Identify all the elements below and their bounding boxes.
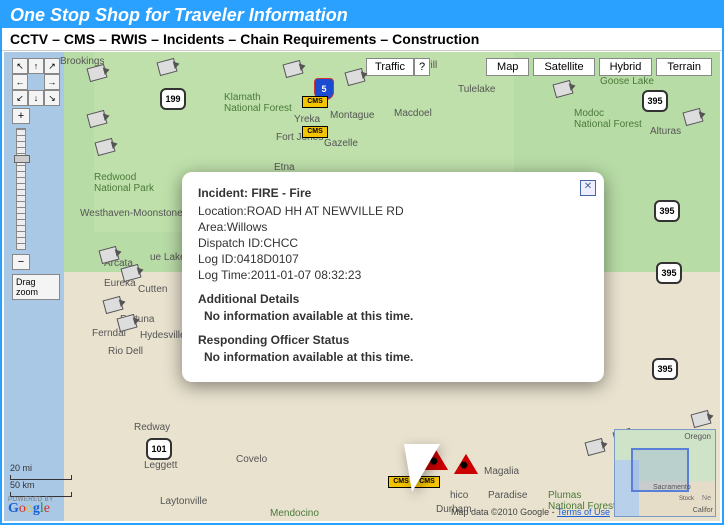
- infowindow-tail: [404, 444, 440, 492]
- shield-us395-d: 395: [652, 358, 678, 380]
- place-macdoel: Macdoel: [394, 108, 432, 119]
- maptype-terrain[interactable]: Terrain: [656, 58, 712, 76]
- place-alturas: Alturas: [650, 126, 681, 137]
- google-logo: Google: [8, 501, 50, 517]
- traffic-control: Traffic ?: [366, 58, 430, 76]
- zoom-slider[interactable]: [16, 128, 26, 250]
- shield-us395-c: 395: [656, 262, 682, 284]
- shield-us199: 199: [160, 88, 186, 110]
- title-bar: One Stop Shop for Traveler Information: [2, 2, 722, 28]
- place-gooselake: Goose Lake: [600, 76, 654, 87]
- overview-label-calif: Califor: [693, 507, 713, 514]
- scale-km: 50 km: [10, 480, 72, 490]
- place-leggett: Leggett: [144, 460, 177, 471]
- terms-link[interactable]: Terms of Use: [557, 507, 610, 517]
- layer-bar: CCTV – CMS – RWIS – Incidents – Chain Re…: [2, 28, 722, 51]
- place-redwoods: Redwood National Park: [94, 172, 154, 194]
- drag-zoom-button[interactable]: Drag zoom: [12, 274, 60, 300]
- pan-nw[interactable]: ↖: [12, 58, 28, 74]
- pan-left[interactable]: ←: [12, 74, 28, 90]
- incident-heading: Incident: FIRE - Fire: [198, 186, 588, 200]
- place-mendocino: Mendocino: [270, 508, 319, 519]
- maptype-map[interactable]: Map: [486, 58, 529, 76]
- scale-bar: 20 mi 50 km: [10, 463, 72, 497]
- place-bluelake: ue Lake: [150, 252, 186, 263]
- layer-chain[interactable]: Chain Requirements: [240, 31, 376, 47]
- shield-us395-b: 395: [654, 200, 680, 222]
- incident-logid: Log ID:0418D0107: [198, 252, 588, 266]
- place-paradise: Paradise: [488, 490, 527, 501]
- cms-marker[interactable]: CMS: [302, 126, 328, 138]
- overview-label-nev: Ne: [702, 495, 711, 502]
- incident-infowindow: ✕ Incident: FIRE - Fire Location:ROAD HH…: [182, 172, 604, 382]
- pan-sw[interactable]: ↙: [12, 90, 28, 106]
- infowindow-close-button[interactable]: ✕: [580, 180, 596, 196]
- incident-details: No information available at this time.: [204, 309, 588, 323]
- zoom-thumb[interactable]: [14, 155, 30, 163]
- app-title: One Stop Shop for Traveler Information: [10, 5, 348, 26]
- pan-right[interactable]: →: [44, 74, 60, 90]
- place-montague: Montague: [330, 110, 374, 121]
- app-frame: One Stop Shop for Traveler Information C…: [0, 0, 724, 525]
- incident-logtime: Log Time:2011-01-07 08:32:23: [198, 268, 588, 282]
- place-yreka: Yreka: [294, 114, 320, 125]
- maptype-satellite[interactable]: Satellite: [533, 58, 594, 76]
- pan-down[interactable]: ↓: [28, 90, 44, 106]
- overview-label-sac: Sacramento: [653, 484, 691, 491]
- place-redway: Redway: [134, 422, 170, 433]
- layer-rwis[interactable]: RWIS: [111, 31, 147, 47]
- pan-up[interactable]: ↑: [28, 58, 44, 74]
- place-laytonville: Laytonville: [160, 496, 207, 507]
- place-westhaven: Westhaven-Moonstone: [80, 208, 183, 219]
- maptype-hybrid[interactable]: Hybrid: [599, 58, 653, 76]
- incident-location: Location:ROAD HH AT NEWVILLE RD: [198, 204, 588, 218]
- place-tulelake: Tulelake: [458, 84, 495, 95]
- map-canvas[interactable]: Brookings Klamath National Forest Yreka …: [4, 52, 720, 521]
- pan-se[interactable]: ↘: [44, 90, 60, 106]
- zoom-out-button[interactable]: −: [12, 254, 30, 270]
- shield-us395-a: 395: [642, 90, 668, 112]
- incident-officer: No information available at this time.: [204, 350, 588, 364]
- overview-map[interactable]: Oregon Sacramento Ne Stock Califor: [614, 429, 716, 517]
- overview-label-stock: Stock: [679, 496, 694, 502]
- place-hydesville: Hydesville: [140, 330, 186, 341]
- zoom-in-button[interactable]: +: [12, 108, 30, 124]
- place-covelo: Covelo: [236, 454, 267, 465]
- map-type-control: Map Satellite Hybrid Terrain: [486, 58, 712, 76]
- place-klamath-nf: Klamath National Forest: [224, 92, 292, 114]
- place-gazelle: Gazelle: [324, 138, 358, 149]
- layer-construction[interactable]: Construction: [392, 31, 479, 47]
- map-copyright: Map data ©2010 Google - Terms of Use: [451, 507, 610, 517]
- layer-cms[interactable]: CMS: [64, 31, 95, 47]
- overview-label-oregon: Oregon: [684, 432, 711, 441]
- place-modoc-nf: Modoc National Forest: [574, 108, 642, 130]
- shield-us101: 101: [146, 438, 172, 460]
- cms-marker[interactable]: CMS: [302, 96, 328, 108]
- traffic-help-button[interactable]: ?: [414, 58, 430, 76]
- pan-zoom-control: ↖ ↑ ↗ ← → ↙ ↓ ↘ + − Drag zoom: [12, 58, 60, 300]
- scale-mi: 20 mi: [10, 463, 72, 473]
- incident-details-heading: Additional Details: [198, 292, 588, 306]
- layer-cctv[interactable]: CCTV: [10, 31, 48, 47]
- place-cutten: Cutten: [138, 284, 167, 295]
- place-magalia: Magalia: [484, 466, 519, 477]
- traffic-button[interactable]: Traffic: [366, 58, 414, 76]
- pan-ne[interactable]: ↗: [44, 58, 60, 74]
- layer-incidents[interactable]: Incidents: [163, 31, 224, 47]
- incident-icon[interactable]: ⬣: [456, 456, 476, 473]
- incident-dispatch: Dispatch ID:CHCC: [198, 236, 588, 250]
- place-riodell: Rio Dell: [108, 346, 143, 357]
- incident-officer-heading: Responding Officer Status: [198, 333, 588, 347]
- incident-area: Area:Willows: [198, 220, 588, 234]
- place-chico: hico: [450, 490, 468, 501]
